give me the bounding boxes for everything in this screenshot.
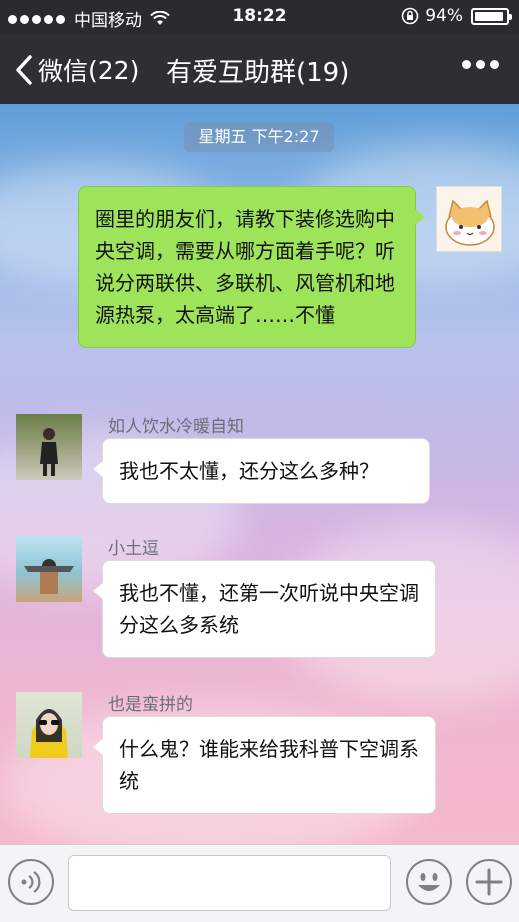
cat-avatar-icon [445, 199, 495, 246]
rotation-lock-icon [401, 7, 419, 25]
person-photo-icon [30, 709, 68, 758]
message-text: 圈里的朋友们，请教下装修选购中央空调，需要从哪方面着手呢？听说分两联供、多联机、… [95, 207, 395, 327]
more-dot-icon [462, 60, 471, 69]
person-photo-icon [40, 428, 58, 476]
status-right: 94% [401, 6, 512, 26]
my-avatar[interactable] [436, 186, 502, 252]
message-bubble[interactable]: 什么鬼？谁能来给我科普下空调系统 [93, 716, 436, 814]
status-bar: 中国移动 18:22 94% [0, 0, 519, 34]
voice-button[interactable] [8, 859, 54, 905]
chat-area[interactable]: 星期五 下午2:27 圈里的朋友们，请教下装修选购中央空调，需要从哪方面着手呢？… [0, 104, 519, 844]
voice-icon [21, 871, 41, 893]
input-bar [0, 844, 519, 922]
more-options-button[interactable] [457, 60, 499, 69]
message-bubble[interactable]: 我也不懂，还第一次听说中央空调分这么多系统 [93, 560, 436, 658]
message-timestamp: 星期五 下午2:27 [184, 122, 334, 152]
battery-icon [471, 7, 512, 25]
sender-name: 也是蛮拼的 [108, 695, 193, 715]
message-bubble[interactable]: 我也不太懂，还分这么多种？ [93, 438, 430, 504]
sender-avatar[interactable] [16, 414, 82, 480]
message-text: 我也不懂，还第一次听说中央空调分这么多系统 [119, 581, 419, 637]
back-button[interactable]: 微信 (22) [14, 52, 139, 88]
back-unread-count: (22) [88, 55, 140, 85]
message-bubble-mine[interactable]: 圈里的朋友们，请教下装修选购中央空调，需要从哪方面着手呢？听说分两联供、多联机、… [78, 186, 425, 348]
message-input[interactable] [68, 855, 391, 911]
more-dot-icon [490, 60, 499, 69]
nav-bar: 微信 (22) 有爱互助群(19) [0, 34, 519, 104]
chevron-left-icon [16, 55, 32, 85]
chat-title: 有爱互助群(19) [166, 58, 350, 88]
sender-name: 如人饮水冷暖自知 [108, 417, 244, 437]
back-label: 微信 [38, 57, 89, 86]
battery-percent: 94% [425, 6, 463, 26]
more-dot-icon [476, 60, 485, 69]
sender-name: 小土逗 [108, 539, 159, 559]
sender-avatar[interactable] [16, 692, 82, 758]
sender-avatar[interactable] [16, 536, 82, 602]
message-text: 什么鬼？谁能来给我科普下空调系统 [119, 737, 419, 793]
person-photo-icon [24, 559, 74, 594]
add-attachment-button[interactable] [466, 859, 512, 905]
plus-icon [475, 868, 503, 896]
emoji-button[interactable] [406, 859, 452, 905]
emoji-icon [418, 873, 440, 891]
message-text: 我也不太懂，还分这么多种？ [119, 459, 379, 483]
